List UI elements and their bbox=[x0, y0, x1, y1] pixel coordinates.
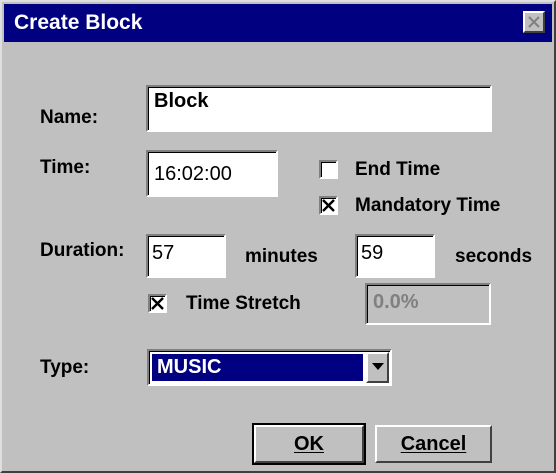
ok-button-label: OK bbox=[294, 433, 324, 455]
type-label: Type: bbox=[40, 357, 90, 378]
minutes-label: minutes bbox=[245, 246, 318, 267]
name-input[interactable]: Block bbox=[146, 85, 492, 132]
close-icon bbox=[528, 16, 540, 28]
mandatory-time-label[interactable]: Mandatory Time bbox=[355, 195, 500, 217]
cancel-button-label: Cancel bbox=[400, 433, 467, 455]
check-x-icon bbox=[322, 199, 335, 212]
cancel-button[interactable]: Cancel bbox=[375, 425, 492, 463]
name-input-value: Block bbox=[154, 90, 209, 112]
type-dropdown-button[interactable] bbox=[366, 352, 389, 383]
duration-minutes-value: 57 bbox=[152, 242, 175, 264]
ok-button[interactable]: OK bbox=[252, 423, 366, 465]
close-button[interactable] bbox=[523, 11, 545, 33]
time-label: Time: bbox=[40, 157, 91, 178]
time-stretch-label[interactable]: Time Stretch bbox=[186, 293, 301, 315]
chevron-down-icon bbox=[372, 363, 384, 370]
mandatory-time-checkbox[interactable] bbox=[319, 196, 338, 215]
type-selected-value-box: MUSIC bbox=[152, 354, 363, 381]
time-stretch-value: 0.0% bbox=[373, 291, 419, 313]
name-label: Name: bbox=[40, 107, 99, 128]
seconds-label: seconds bbox=[455, 246, 533, 267]
end-time-label[interactable]: End Time bbox=[355, 159, 440, 181]
duration-seconds-value: 59 bbox=[361, 242, 384, 264]
time-input[interactable]: 16:02:00 bbox=[146, 150, 278, 197]
title-bar[interactable]: Create Block bbox=[4, 4, 552, 42]
check-x-icon bbox=[151, 297, 164, 310]
type-select[interactable]: MUSIC bbox=[147, 349, 392, 386]
time-stretch-checkbox[interactable] bbox=[148, 294, 167, 313]
window-title: Create Block bbox=[14, 11, 143, 34]
time-input-value: 16:02:00 bbox=[154, 163, 232, 185]
duration-minutes-input[interactable]: 57 bbox=[146, 234, 226, 278]
duration-seconds-input[interactable]: 59 bbox=[355, 234, 435, 278]
end-time-checkbox[interactable] bbox=[319, 160, 338, 179]
time-stretch-input: 0.0% bbox=[365, 283, 491, 325]
duration-label: Duration: bbox=[40, 240, 125, 261]
create-block-dialog: Create Block Name: Block Time: 16:02:00 … bbox=[0, 0, 556, 473]
type-selected-value: MUSIC bbox=[157, 356, 222, 378]
